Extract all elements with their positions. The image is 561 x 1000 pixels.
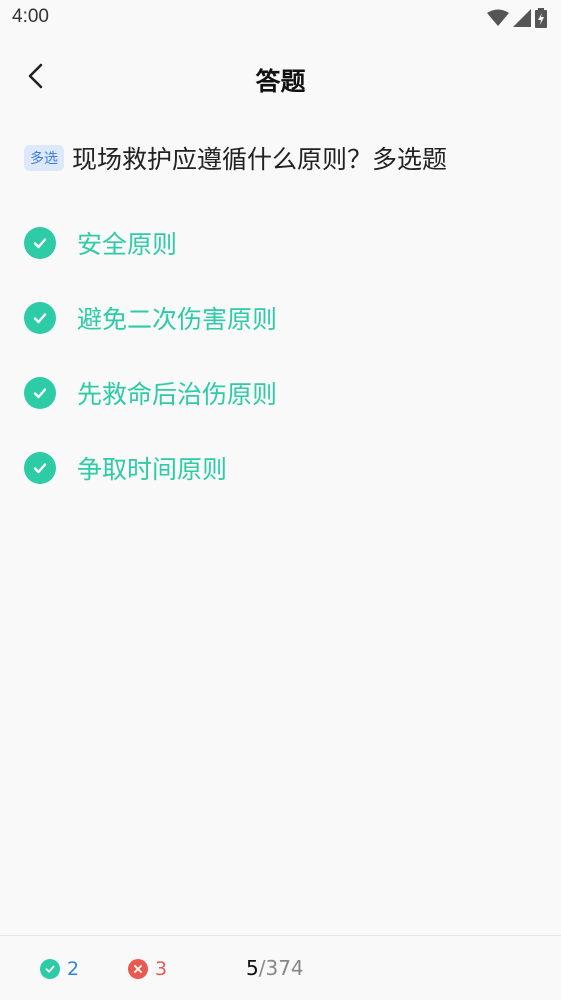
status-icons	[487, 8, 547, 32]
option-label: 争取时间原则	[77, 454, 228, 484]
x-circle-icon	[128, 959, 148, 979]
correct-count[interactable]: 2	[40, 958, 79, 980]
question-type-badge: 多选	[24, 145, 64, 171]
status-bar: 4:00	[0, 0, 561, 38]
status-time: 4:00	[12, 6, 49, 27]
check-circle-icon	[24, 226, 56, 259]
wifi-icon	[487, 9, 509, 31]
check-circle-icon	[24, 301, 56, 334]
total-question-count: 374	[265, 956, 304, 980]
app-header: 答题	[0, 50, 561, 106]
option-item[interactable]: 先救命后治伤原则	[24, 370, 544, 415]
question-text: 现场救护应遵循什么原则？多选题	[72, 145, 448, 174]
options-list: 安全原则 避免二次伤害原则 先救命后治伤原则 争取时间原则	[24, 220, 544, 520]
answer-footer: 2 3 5/374	[0, 935, 561, 1000]
battery-icon	[535, 8, 547, 32]
option-item[interactable]: 安全原则	[24, 220, 544, 265]
check-circle-icon	[24, 376, 56, 409]
option-label: 先救命后治伤原则	[77, 379, 278, 409]
check-circle-icon	[24, 451, 56, 484]
option-item[interactable]: 避免二次伤害原则	[24, 295, 544, 340]
signal-icon	[513, 9, 531, 31]
page-title: 答题	[255, 67, 306, 96]
question-progress[interactable]: 5/374	[246, 956, 304, 980]
wrong-count-value: 3	[155, 958, 168, 980]
current-question-number: 5	[246, 956, 259, 980]
option-label: 避免二次伤害原则	[77, 304, 278, 334]
correct-count-value: 2	[67, 958, 80, 980]
check-circle-icon	[40, 959, 60, 979]
wrong-count[interactable]: 3	[128, 958, 167, 980]
question: 多选 现场救护应遵循什么原则？多选题	[24, 140, 544, 176]
option-label: 安全原则	[77, 229, 178, 259]
option-item[interactable]: 争取时间原则	[24, 445, 544, 490]
